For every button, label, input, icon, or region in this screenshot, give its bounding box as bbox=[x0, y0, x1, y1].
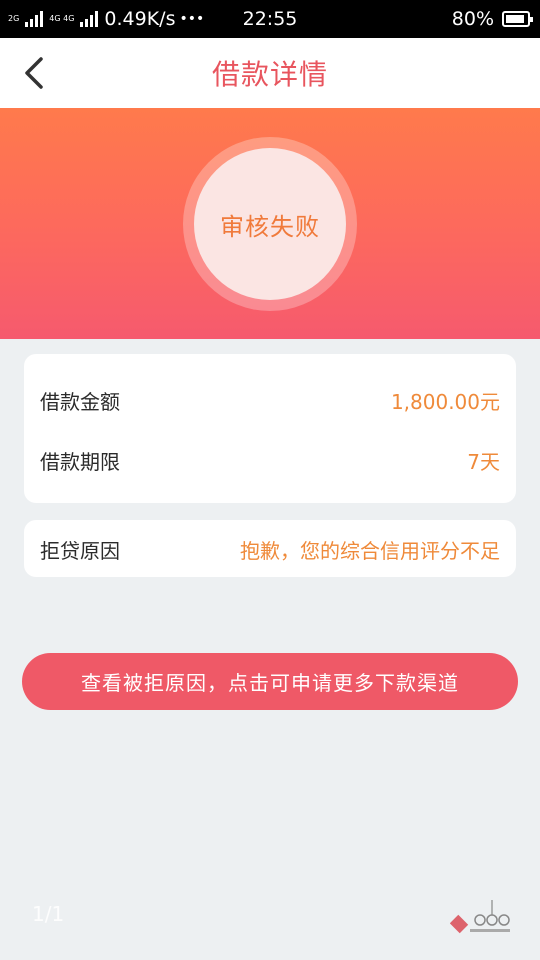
reject-reason-row: 拒贷原因 抱歉，您的综合信用评分不足 bbox=[40, 534, 500, 564]
battery-percent: 80% bbox=[451, 8, 494, 30]
more-notifications-icon: ••• bbox=[179, 11, 205, 27]
signal-icon-2 bbox=[80, 11, 99, 27]
chevron-left-icon bbox=[25, 57, 43, 89]
loan-details-card: 借款金额 1,800.00元 借款期限 7天 bbox=[24, 354, 516, 503]
review-status: 审核失败 bbox=[220, 212, 320, 241]
reject-reason-card: 拒贷原因 抱歉，您的综合信用评分不足 bbox=[24, 520, 516, 577]
page-indicator: 1/1 bbox=[32, 902, 65, 926]
battery-icon bbox=[502, 11, 533, 27]
status-circle: 审核失败 bbox=[194, 148, 346, 300]
detail-value: 7天 bbox=[467, 449, 500, 474]
reject-value: 抱歉，您的综合信用评分不足 bbox=[240, 538, 500, 563]
network-tag-2g: 2G bbox=[8, 14, 20, 23]
back-button[interactable] bbox=[14, 53, 54, 93]
page-title: 借款详情 bbox=[211, 58, 328, 91]
status-ring: 审核失败 bbox=[183, 137, 357, 311]
status-bar: 2G 4G 4G 0.49K/s ••• 22:55 80% bbox=[0, 0, 540, 38]
network-speed: 0.49K/s bbox=[104, 8, 176, 30]
view-reject-reason-button[interactable]: 查看被拒原因，点击可申请更多下款渠道 bbox=[22, 653, 518, 710]
signal-icon bbox=[25, 11, 44, 27]
reject-label: 拒贷原因 bbox=[40, 538, 120, 563]
detail-row-amount: 借款金额 1,800.00元 bbox=[40, 385, 500, 415]
status-right: 80% bbox=[451, 8, 533, 30]
detail-row-term: 借款期限 7天 bbox=[40, 445, 500, 475]
detail-label: 借款金额 bbox=[40, 389, 120, 414]
nav-bar: 借款详情 bbox=[0, 38, 540, 108]
detail-label: 借款期限 bbox=[40, 449, 120, 474]
status-left: 2G 4G 4G 0.49K/s ••• bbox=[8, 8, 204, 30]
watermark-logo-icon bbox=[450, 900, 510, 934]
status-hero: 审核失败 bbox=[0, 108, 540, 339]
detail-value: 1,800.00元 bbox=[390, 389, 500, 414]
network-tag-4g: 4G 4G bbox=[49, 14, 75, 23]
